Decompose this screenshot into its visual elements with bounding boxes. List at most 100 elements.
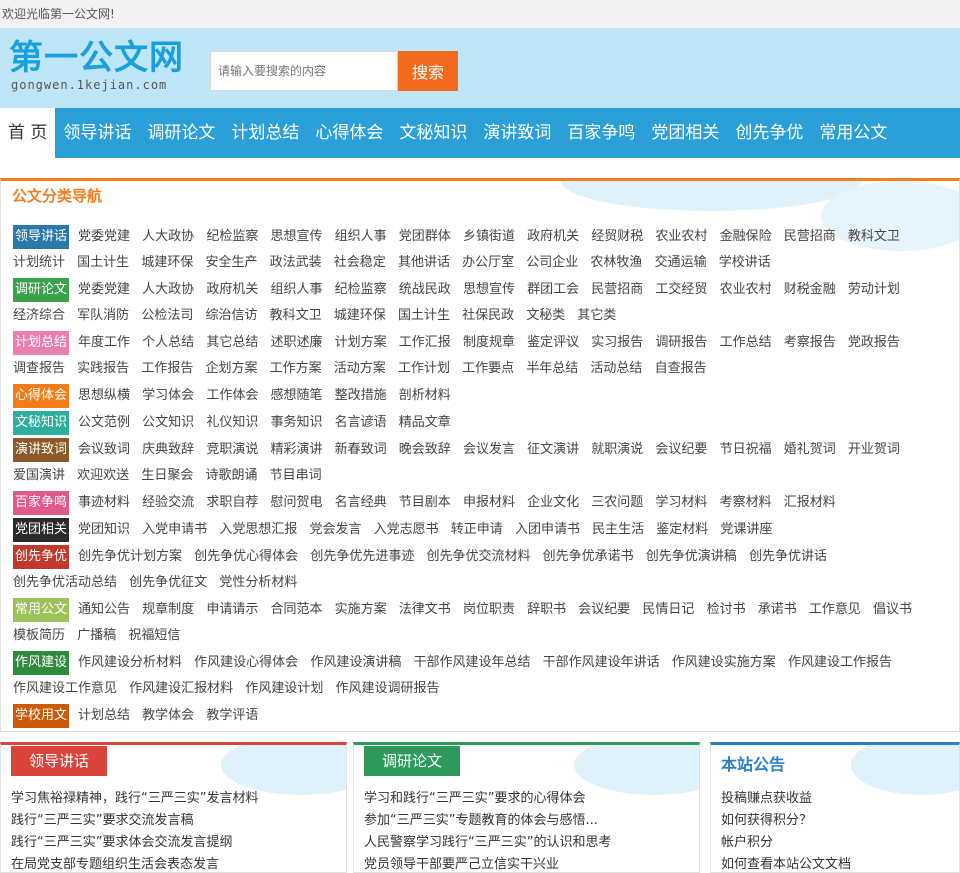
category-link[interactable]: 党课讲座 <box>720 522 772 537</box>
category-link[interactable]: 民营招商 <box>784 229 836 244</box>
category-tag[interactable]: 创先争优 <box>13 544 70 569</box>
category-link[interactable]: 其他讲话 <box>398 255 450 270</box>
category-link[interactable]: 会议致词 <box>78 442 130 457</box>
category-link[interactable]: 民营招商 <box>591 282 643 297</box>
category-link[interactable]: 婚礼贺词 <box>784 442 836 457</box>
category-tag[interactable]: 党团相关 <box>13 517 70 542</box>
category-link[interactable]: 开业贺词 <box>848 442 900 457</box>
article-link[interactable]: 投稿赚点获收益 <box>721 788 851 810</box>
category-link[interactable]: 政法武装 <box>270 255 322 270</box>
category-link[interactable]: 入党思想汇报 <box>219 522 297 537</box>
category-link[interactable]: 入团申请书 <box>515 522 580 537</box>
category-link[interactable]: 慰问贺电 <box>270 495 322 510</box>
category-link[interactable]: 入党志愿书 <box>374 522 439 537</box>
category-link[interactable]: 创先争优讲话 <box>749 549 827 564</box>
category-tag[interactable]: 作风建设 <box>13 650 70 675</box>
category-link[interactable]: 会议发言 <box>463 442 515 457</box>
category-link[interactable]: 国土计生 <box>398 308 450 323</box>
category-link[interactable]: 法律文书 <box>399 602 451 617</box>
category-link[interactable]: 考察报告 <box>784 335 836 350</box>
category-link[interactable]: 合同范本 <box>270 602 322 617</box>
category-link[interactable]: 经验交流 <box>142 495 194 510</box>
category-link[interactable]: 公检法司 <box>141 308 193 323</box>
category-link[interactable]: 申请请示 <box>206 602 258 617</box>
category-link[interactable]: 教学评语 <box>206 708 258 723</box>
nav-item[interactable]: 演讲致词 <box>475 108 559 158</box>
category-link[interactable]: 生日聚会 <box>141 468 193 483</box>
category-link[interactable]: 创先争优计划方案 <box>78 549 182 564</box>
category-link[interactable]: 创先争优演讲稿 <box>646 549 737 564</box>
category-link[interactable]: 事务知识 <box>270 415 322 430</box>
category-link[interactable]: 精彩演讲 <box>270 442 322 457</box>
article-link[interactable]: 学习和践行“三严三实”要求的心得体会 <box>364 788 611 810</box>
category-link[interactable]: 工作汇报 <box>399 335 451 350</box>
category-link[interactable]: 其它总结 <box>206 335 258 350</box>
category-tag[interactable]: 百家争鸣 <box>13 490 70 515</box>
category-link[interactable]: 祝福短信 <box>128 628 180 643</box>
category-link[interactable]: 精品文章 <box>399 415 451 430</box>
category-link[interactable]: 调研报告 <box>655 335 707 350</box>
category-link[interactable]: 活动方案 <box>334 361 386 376</box>
category-link[interactable]: 名言谚语 <box>335 415 387 430</box>
category-link[interactable]: 党政报告 <box>848 335 900 350</box>
category-link[interactable]: 公文范例 <box>78 415 130 430</box>
category-link[interactable]: 剖析材料 <box>399 388 451 403</box>
category-link[interactable]: 节目剧本 <box>399 495 451 510</box>
article-link[interactable]: 党员领导干部要严己立信实干兴业 <box>364 854 611 872</box>
category-link[interactable]: 社保民政 <box>462 308 514 323</box>
category-link[interactable]: 创先争优先进事迹 <box>310 549 414 564</box>
category-link[interactable]: 作风建设工作报告 <box>788 655 892 670</box>
category-link[interactable]: 半年总结 <box>526 361 578 376</box>
category-tag[interactable]: 计划总结 <box>13 330 70 355</box>
category-link[interactable]: 广播稿 <box>77 628 116 643</box>
category-link[interactable]: 实习报告 <box>591 335 643 350</box>
category-link[interactable]: 作风建设调研报告 <box>335 681 439 696</box>
category-link[interactable]: 事迹材料 <box>78 495 130 510</box>
nav-item[interactable]: 心得体会 <box>307 108 391 158</box>
article-link[interactable]: 如何查看本站公文文档 <box>721 854 851 872</box>
category-link[interactable]: 活动总结 <box>590 361 642 376</box>
article-link[interactable]: 如何获得积分？ <box>721 810 851 832</box>
nav-item[interactable]: 领导讲话 <box>55 108 139 158</box>
category-link[interactable]: 人大政协 <box>142 282 194 297</box>
nav-item[interactable]: 文秘知识 <box>391 108 475 158</box>
category-link[interactable]: 工交经贸 <box>655 282 707 297</box>
category-link[interactable]: 作风建设分析材料 <box>78 655 182 670</box>
category-link[interactable]: 欢迎欢送 <box>77 468 129 483</box>
category-tag[interactable]: 心得体会 <box>13 383 70 408</box>
category-link[interactable]: 干部作风建设年讲话 <box>543 655 660 670</box>
category-link[interactable]: 综治信访 <box>205 308 257 323</box>
category-link[interactable]: 经贸财税 <box>591 229 643 244</box>
category-link[interactable]: 作风建设工作意见 <box>13 681 117 696</box>
category-link[interactable]: 文秘类 <box>526 308 565 323</box>
category-link[interactable]: 政府机关 <box>527 229 579 244</box>
category-tag[interactable]: 常用公文 <box>13 597 70 622</box>
nav-item[interactable]: 计划总结 <box>223 108 307 158</box>
site-logo[interactable]: 第一公文网 <box>9 40 184 76</box>
search-button[interactable]: 搜索 <box>398 51 458 91</box>
category-link[interactable]: 其它类 <box>577 308 616 323</box>
category-link[interactable]: 实施方案 <box>335 602 387 617</box>
category-link[interactable]: 安全生产 <box>205 255 257 270</box>
category-link[interactable]: 工作方案 <box>270 361 322 376</box>
category-link[interactable]: 作风建设演讲稿 <box>310 655 401 670</box>
category-link[interactable]: 教学体会 <box>142 708 194 723</box>
category-link[interactable]: 交通运输 <box>655 255 707 270</box>
category-link[interactable]: 就职演说 <box>591 442 643 457</box>
category-link[interactable]: 党委党建 <box>78 229 130 244</box>
category-link[interactable]: 农业农村 <box>655 229 707 244</box>
category-link[interactable]: 竞职演说 <box>206 442 258 457</box>
category-link[interactable]: 工作报告 <box>141 361 193 376</box>
category-link[interactable]: 学习体会 <box>142 388 194 403</box>
category-link[interactable]: 工作计划 <box>398 361 450 376</box>
category-link[interactable]: 新春致词 <box>335 442 387 457</box>
category-link[interactable]: 公司企业 <box>526 255 578 270</box>
category-link[interactable]: 鉴定评议 <box>527 335 579 350</box>
category-link[interactable]: 党性分析材料 <box>219 575 297 590</box>
category-link[interactable]: 办公厅室 <box>462 255 514 270</box>
category-link[interactable]: 实践报告 <box>77 361 129 376</box>
category-link[interactable]: 民情日记 <box>642 602 694 617</box>
category-link[interactable]: 创先争优交流材料 <box>426 549 530 564</box>
article-link[interactable]: 在局党支部专题组织生活会表态发言 <box>11 854 258 872</box>
category-link[interactable]: 岗位职责 <box>463 602 515 617</box>
